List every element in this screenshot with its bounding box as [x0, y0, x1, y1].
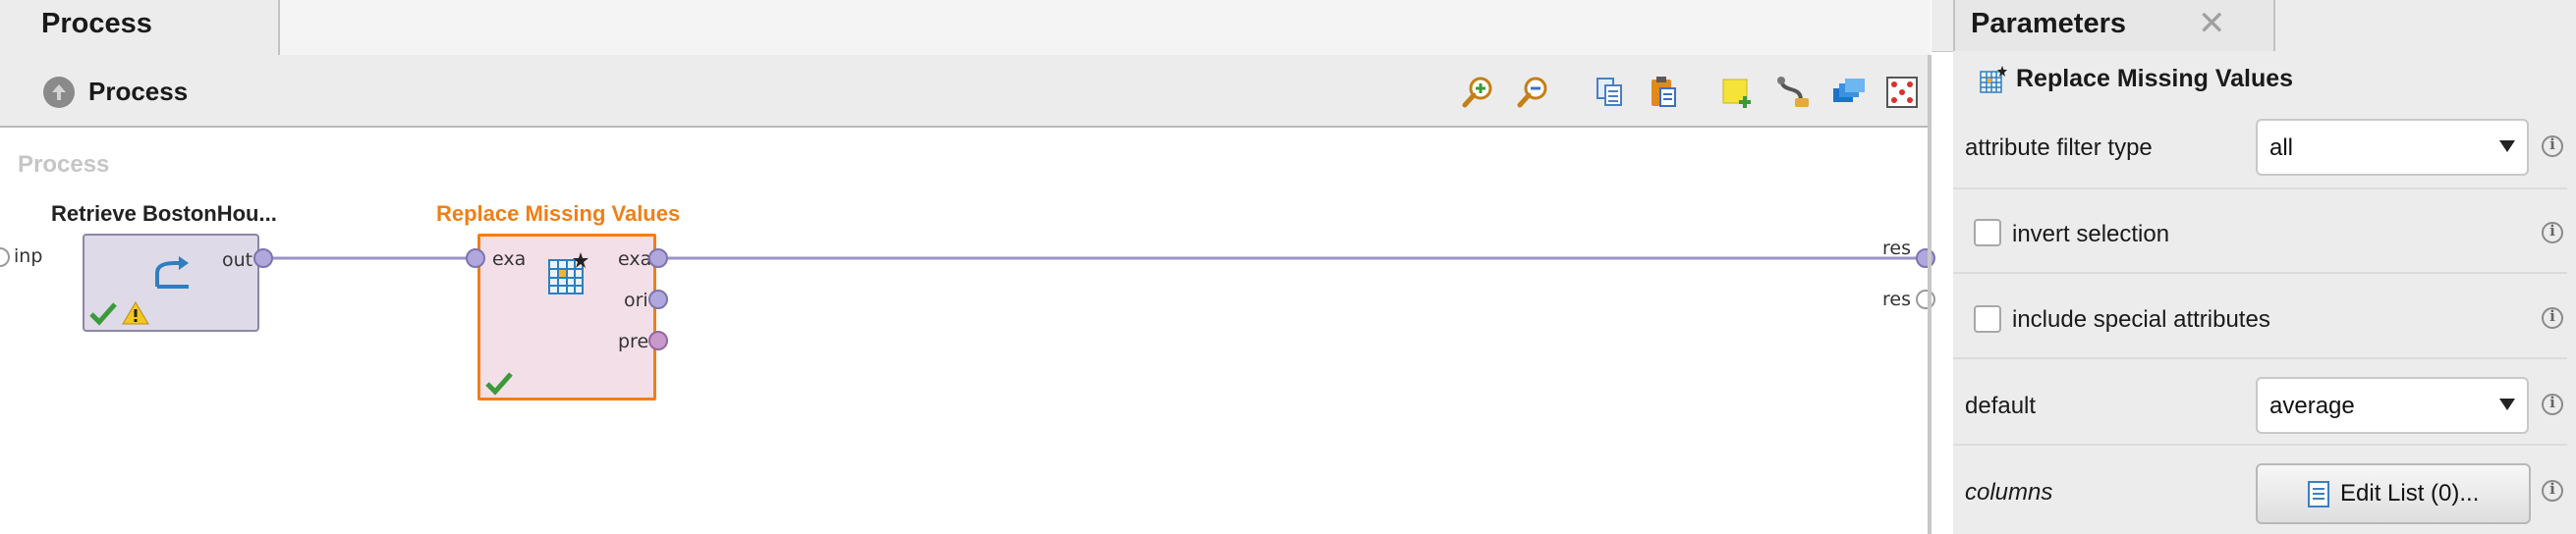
row-divider [1953, 444, 2567, 446]
param-invert-selection-label: invert selection [2012, 221, 2170, 247]
close-icon[interactable]: ✕ [2198, 4, 2226, 43]
operator-retrieve-title[interactable]: Retrieve BostonHou... [51, 201, 277, 227]
include-special-attributes-checkbox[interactable] [1974, 305, 2001, 333]
attribute-filter-type-value: all [2269, 134, 2294, 161]
panel-divider[interactable] [1928, 55, 1932, 534]
row-divider [1953, 272, 2567, 274]
param-attribute-filter-type-label: attribute filter type [1965, 134, 2153, 161]
connection-lines [265, 256, 1921, 260]
default-select[interactable]: average [2256, 377, 2529, 434]
replace-output-exa-label: exa [618, 248, 652, 270]
result-port-1-label: res [1882, 238, 1911, 259]
row-divider [1953, 357, 2567, 359]
process-input-port-label: inp [14, 245, 43, 267]
retrieve-icon [155, 256, 189, 289]
result-port-2-label: res [1882, 289, 1911, 310]
check-icon [485, 372, 513, 396]
param-include-special-label: include special attributes [2012, 306, 2270, 333]
operator-replace-title[interactable]: Replace Missing Values [436, 201, 680, 227]
retrieve-output-port[interactable] [253, 248, 273, 268]
replace-output-exa-port[interactable] [648, 248, 668, 268]
table-sparkle-icon [1980, 66, 2007, 93]
result-port-1[interactable] [1916, 248, 1935, 268]
warning-icon [122, 301, 149, 325]
check-icon [89, 302, 117, 326]
chevron-down-icon [2499, 140, 2515, 152]
default-value: average [2269, 393, 2355, 419]
replace-output-pre-port[interactable] [648, 331, 668, 350]
retrieve-output-port-label: out [222, 249, 253, 271]
replace-input-port[interactable] [466, 248, 485, 268]
list-icon [2308, 481, 2329, 507]
param-columns-label: columns [1965, 479, 2053, 506]
info-icon[interactable]: i [2542, 135, 2563, 157]
info-icon[interactable]: i [2542, 394, 2563, 415]
param-default-label: default [1965, 393, 2037, 419]
replace-output-pre-label: pre [618, 331, 649, 352]
operator-retrieve[interactable]: out [83, 234, 259, 332]
info-icon[interactable]: i [2542, 222, 2563, 243]
replace-output-ori-label: ori [624, 290, 648, 311]
replace-output-ori-port[interactable] [648, 290, 668, 309]
result-port-2[interactable] [1916, 290, 1935, 309]
operator-replace-missing-values[interactable]: exa exa ori pre [477, 234, 656, 400]
info-icon[interactable]: i [2542, 480, 2563, 502]
info-icon[interactable]: i [2542, 307, 2563, 329]
parameters-tab-label: Parameters [1971, 8, 2126, 39]
table-sparkle-icon [548, 252, 588, 294]
invert-selection-checkbox[interactable] [1974, 219, 2001, 246]
edit-list-button-label: Edit List (0)... [2340, 480, 2480, 507]
replace-input-port-label: exa [492, 248, 527, 270]
chevron-down-icon [2499, 399, 2515, 410]
row-divider [1953, 187, 2567, 189]
edit-list-button[interactable]: Edit List (0)... [2256, 463, 2531, 524]
selected-operator-name: Replace Missing Values [2016, 65, 2294, 92]
attribute-filter-type-select[interactable]: all [2256, 119, 2529, 176]
